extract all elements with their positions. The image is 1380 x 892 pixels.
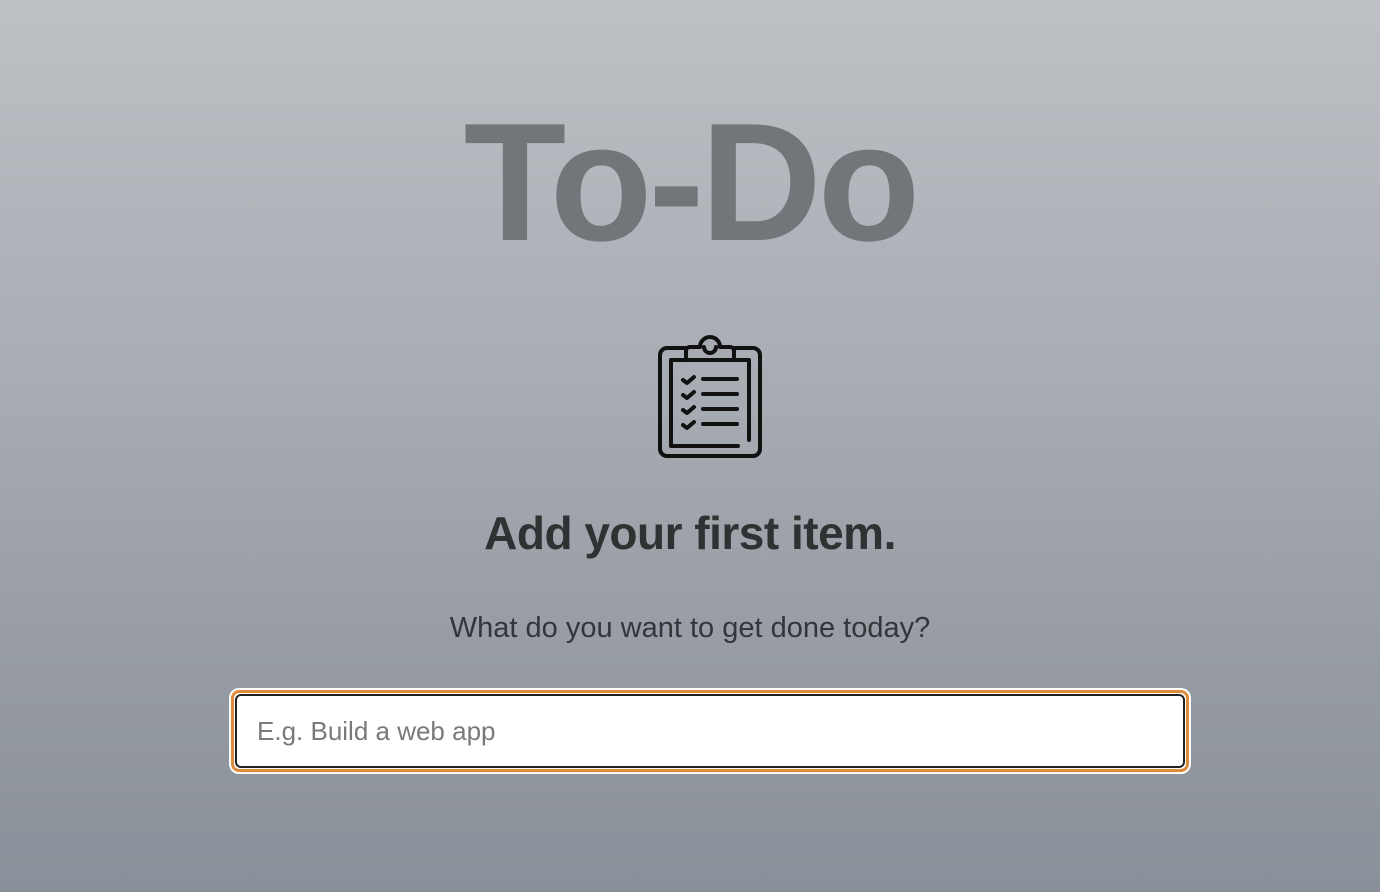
new-item-input[interactable]: [235, 694, 1185, 768]
todo-app: To-Do Add your first item. What do you w…: [0, 0, 1380, 892]
new-item-input-container: [229, 688, 1191, 774]
app-title: To-Do: [463, 88, 921, 276]
empty-state-subtitle: What do you want to get done today?: [449, 612, 931, 644]
focus-ring: [231, 690, 1189, 772]
empty-state-heading: Add your first item.: [484, 507, 896, 559]
clipboard-checklist-icon: [658, 335, 762, 458]
